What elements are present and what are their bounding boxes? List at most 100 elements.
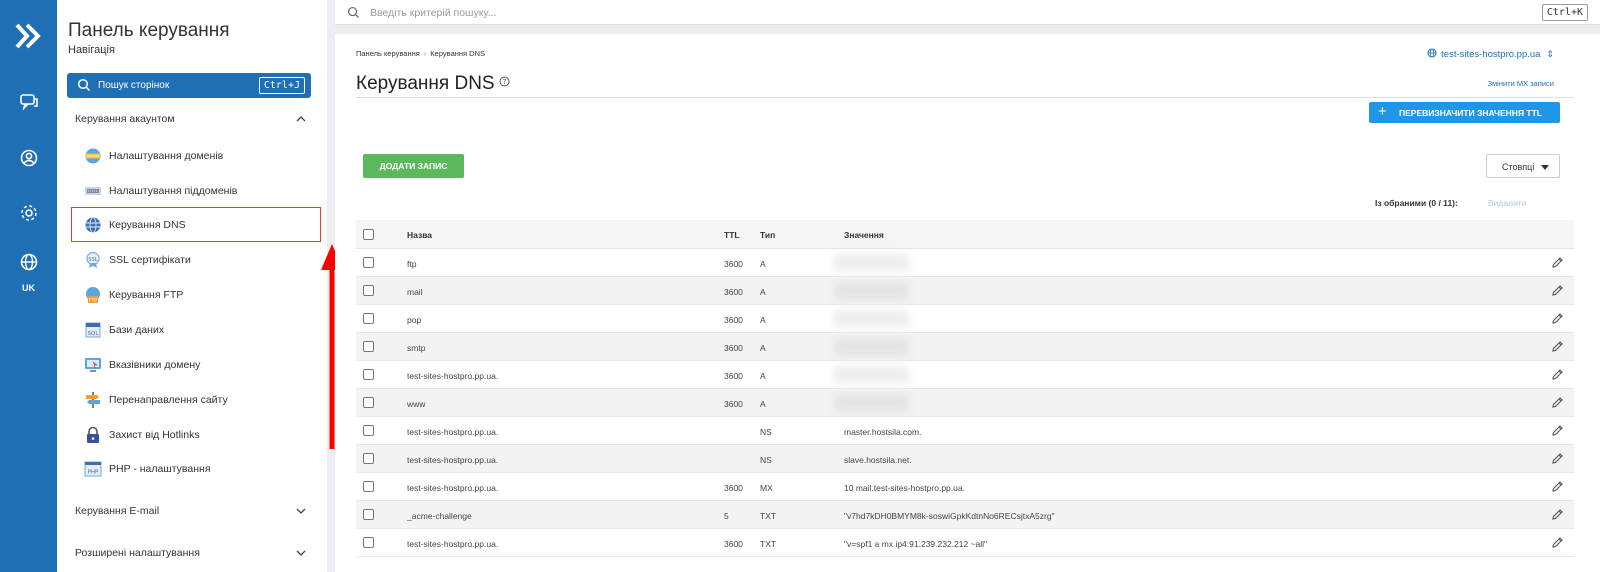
gear-icon[interactable] — [19, 203, 39, 223]
svg-text:?: ? — [502, 78, 506, 86]
header-value[interactable]: Значення — [844, 230, 884, 240]
domain-selector-value: test-sites-hostpro.pp.ua — [1441, 49, 1541, 60]
cell-name: ftp — [407, 259, 417, 269]
override-ttl-button[interactable]: + ПЕРЕВИЗНАЧИТИ ЗНАЧЕННЯ TTL — [1369, 102, 1560, 123]
php-icon: PHP — [84, 461, 102, 477]
cell-type: A — [760, 399, 766, 409]
sidebar-item-databases[interactable]: SQL Бази даних — [79, 313, 315, 346]
sidebar-item-label: Керування FTP — [109, 289, 184, 301]
row-checkbox[interactable] — [363, 509, 374, 520]
delete-button[interactable]: Видалити — [1488, 198, 1526, 208]
change-mx-link[interactable]: Змінити MX записи — [1487, 79, 1554, 88]
global-search-shortcut: Ctrl+K — [1541, 4, 1588, 21]
sidebar-item-dns[interactable]: Керування DNS — [71, 207, 321, 242]
logo-icon[interactable] — [14, 22, 42, 50]
row-checkbox[interactable] — [363, 341, 374, 352]
select-all-checkbox[interactable] — [363, 229, 374, 240]
row-checkbox[interactable] — [363, 313, 374, 324]
breadcrumb: Панель керування › Керування DNS — [356, 49, 485, 58]
cell-value: "v=spf1 a mx ip4:91.239.232.212 ~all" — [844, 539, 988, 549]
row-checkbox[interactable] — [363, 537, 374, 548]
cell-name: test-sites-hostpro.pp.ua. — [407, 455, 499, 465]
breadcrumb-separator-icon: › — [423, 49, 427, 58]
row-checkbox[interactable] — [363, 481, 374, 492]
edit-pencil-icon[interactable] — [1551, 396, 1564, 409]
edit-pencil-icon[interactable] — [1551, 312, 1564, 325]
svg-text:FTP: FTP — [89, 298, 97, 304]
cell-name: test-sites-hostpro.pp.ua. — [407, 371, 499, 381]
cell-value: master.hostsila.com. — [844, 427, 922, 437]
sidebar-item-php[interactable]: PHP PHP - налаштування — [79, 452, 315, 485]
row-checkbox[interactable] — [363, 397, 374, 408]
global-search-bar[interactable]: Введіть критерій пошуку... Ctrl+K — [335, 0, 1600, 25]
header-ttl[interactable]: TTL — [724, 230, 740, 240]
cell-type: MX — [760, 483, 773, 493]
cell-ttl: 3600 — [724, 483, 743, 493]
edit-pencil-icon[interactable] — [1551, 256, 1564, 269]
row-checkbox[interactable] — [363, 425, 374, 436]
cell-name: smtp — [407, 343, 426, 353]
table-row: test-sites-hostpro.pp.ua. NS slave.hostsil… — [356, 445, 1574, 473]
edit-pencil-icon[interactable] — [1551, 480, 1564, 493]
sidebar-subtitle: Навігація — [68, 44, 115, 56]
row-checkbox[interactable] — [363, 257, 374, 268]
edit-pencil-icon[interactable] — [1551, 424, 1564, 437]
redacted-value — [834, 310, 909, 328]
sidebar-item-ssl[interactable]: SSL SSL сертифікати — [79, 243, 315, 276]
sidebar-item-label: Налаштування піддоменів — [109, 185, 238, 197]
ftp-icon: FTP — [86, 287, 100, 304]
cell-type: A — [760, 259, 766, 269]
sidebar-item-redirect[interactable]: Перенаправлення сайту — [79, 383, 315, 416]
selected-count: Із обраними (0 / 11): — [1375, 198, 1458, 208]
sidebar-item-label: Перенаправлення сайту — [109, 394, 228, 406]
group-advanced-settings[interactable]: Розширені налаштування — [57, 538, 327, 568]
sidebar-item-domain-pointers[interactable]: Вказівники домену — [79, 348, 315, 381]
plus-icon: + — [1378, 103, 1387, 120]
domain-selector[interactable]: test-sites-hostpro.pp.ua ⇕ — [1427, 48, 1554, 60]
row-checkbox[interactable] — [363, 453, 374, 464]
sidebar-item-ftp[interactable]: FTP Керування FTP — [79, 278, 315, 311]
edit-pencil-icon[interactable] — [1551, 284, 1564, 297]
cell-ttl: 3600 — [724, 343, 743, 353]
language-label[interactable]: UK — [0, 283, 57, 293]
edit-pencil-icon[interactable] — [1551, 452, 1564, 465]
user-icon[interactable] — [19, 148, 39, 168]
table-row: _acme-challenge 5 TXT "v7hd7kDH0BMYM8k-sosw… — [356, 501, 1574, 529]
sidebar-item-subdomains[interactable]: Налаштування піддоменів — [79, 174, 315, 207]
help-icon[interactable]: ? — [499, 76, 510, 87]
group-account-management[interactable]: Керування акаунтом — [57, 104, 327, 134]
domain-pointer-icon — [85, 358, 101, 372]
page-title-text: Керування DNS — [356, 73, 495, 94]
columns-button[interactable]: Стовпці — [1486, 154, 1560, 178]
globe-icon[interactable] — [19, 252, 39, 272]
edit-pencil-icon[interactable] — [1551, 536, 1564, 549]
edit-pencil-icon[interactable] — [1551, 368, 1564, 381]
table-body: ftp 3600 Amail 3600 Apop 3600 Asmtp 3600 Atest-s… — [356, 249, 1574, 557]
page-search-button[interactable]: Пошук сторінок Ctrl+J — [67, 73, 311, 98]
sidebar-item-label: SSL сертифікати — [109, 254, 191, 266]
header-type[interactable]: Тип — [760, 230, 775, 240]
sidebar-item-domains[interactable]: Налаштування доменів — [79, 139, 315, 172]
chevron-down-icon — [296, 550, 306, 556]
sidebar-item-label: Бази даних — [109, 324, 165, 336]
row-checkbox[interactable] — [363, 369, 374, 380]
table-header: Назва TTL Тип Значення — [356, 220, 1574, 249]
sidebar-title: Панель керування — [68, 20, 230, 41]
table-row: test-sites-hostpro.pp.ua. 3600 MX 10 mail.t… — [356, 473, 1574, 501]
group-email-label: Керування E-mail — [75, 505, 160, 517]
cell-type: A — [760, 287, 766, 297]
add-record-button[interactable]: ДОДАТИ ЗАПИС — [363, 154, 464, 178]
edit-pencil-icon[interactable] — [1551, 508, 1564, 521]
sidebar-item-hotlinks[interactable]: Захист від Hotlinks — [79, 418, 315, 451]
group-email-management[interactable]: Керування E-mail — [57, 496, 327, 526]
header-name[interactable]: Назва — [407, 230, 432, 240]
breadcrumb-home[interactable]: Панель керування — [356, 49, 420, 58]
cell-name: test-sites-hostpro.pp.ua. — [407, 427, 499, 437]
row-checkbox[interactable] — [363, 285, 374, 296]
dns-records-table: Назва TTL Тип Значення ftp 3600 Amail 3600 A… — [356, 220, 1574, 557]
chat-icon[interactable] — [19, 92, 39, 112]
globe-icon — [1427, 48, 1437, 58]
table-row: test-sites-hostpro.pp.ua. 3600 A — [356, 361, 1574, 389]
cell-type: A — [760, 343, 766, 353]
edit-pencil-icon[interactable] — [1551, 340, 1564, 353]
